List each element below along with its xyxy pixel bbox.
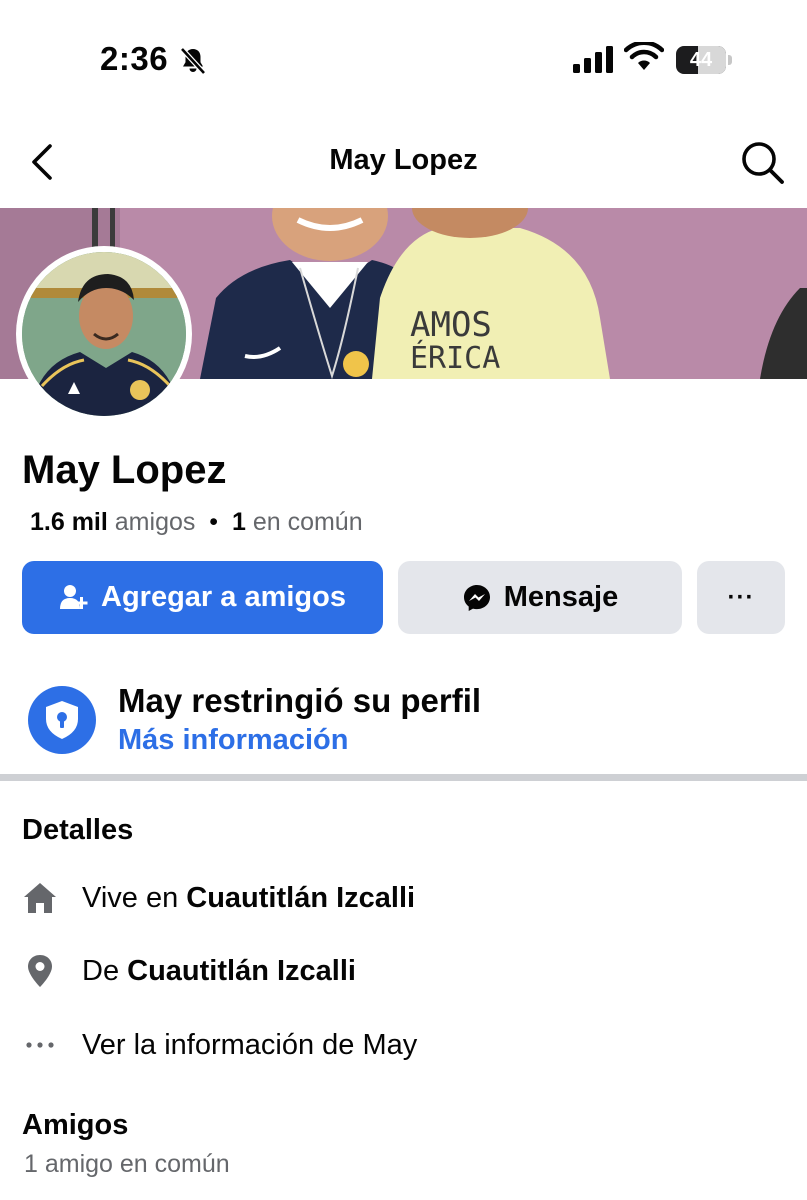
lives-prefix: Vive en <box>82 882 187 914</box>
from-place[interactable]: Cuautitlán Izcalli <box>127 955 356 987</box>
profile-name: May Lopez <box>22 448 227 492</box>
details-title: Detalles <box>22 814 134 846</box>
add-person-icon <box>60 584 88 609</box>
friends-section-title: Amigos <box>22 1109 129 1141</box>
status-bar: 2:36 44 <box>0 0 807 120</box>
message-label: Mensaje <box>503 581 619 613</box>
detail-lives-in[interactable]: Vive en Cuautitlán Izcalli <box>0 873 807 923</box>
separator-dot: • <box>209 508 219 536</box>
message-button[interactable]: Mensaje <box>398 561 682 634</box>
friends-label: amigos <box>114 508 196 536</box>
nav-title: May Lopez <box>329 144 478 176</box>
location-pin-icon <box>28 955 52 987</box>
profile-avatar[interactable] <box>16 246 192 422</box>
wifi-icon <box>624 42 664 70</box>
friends-count: 1.6 mil <box>30 508 108 536</box>
see-info-label: Ver la información de May <box>82 1029 418 1061</box>
svg-text:AMOS: AMOS <box>410 305 492 345</box>
add-friend-button[interactable]: Agregar a amigos <box>22 561 383 634</box>
mutual-label: en común <box>252 508 363 536</box>
add-friend-label: Agregar a amigos <box>101 581 346 613</box>
shield-lock-icon <box>28 686 96 754</box>
ellipsis-icon <box>26 1042 54 1048</box>
cellular-signal-icon <box>573 46 613 73</box>
battery-indicator: 44 <box>676 46 732 74</box>
section-divider <box>0 774 807 781</box>
lives-place[interactable]: Cuautitlán Izcalli <box>186 882 415 914</box>
svg-text:ÉRICA: ÉRICA <box>410 340 500 376</box>
more-options-button[interactable]: ··· <box>697 561 785 634</box>
status-time: 2:36 <box>100 40 169 77</box>
from-prefix: De <box>82 955 128 987</box>
more-icon: ··· <box>727 583 755 611</box>
detail-see-info[interactable]: Ver la información de May <box>0 1020 807 1070</box>
navigation-bar: May Lopez <box>0 120 807 208</box>
more-info-link[interactable]: Más información <box>118 724 348 757</box>
mutual-count: 1 <box>231 508 246 536</box>
search-button[interactable] <box>738 138 786 186</box>
detail-from[interactable]: De Cuautitlán Izcalli <box>0 946 807 996</box>
restriction-title: May restringió su perfil <box>118 682 482 719</box>
mutual-friends-subtitle: 1 amigo en común <box>24 1150 230 1178</box>
home-icon <box>24 883 56 913</box>
messenger-icon <box>463 584 490 611</box>
battery-level: 44 <box>689 49 713 71</box>
avatar-image <box>22 252 186 416</box>
friends-summary[interactable]: 1.6 mil amigos • 1 en común <box>30 508 363 537</box>
bell-slash-icon <box>180 47 206 75</box>
